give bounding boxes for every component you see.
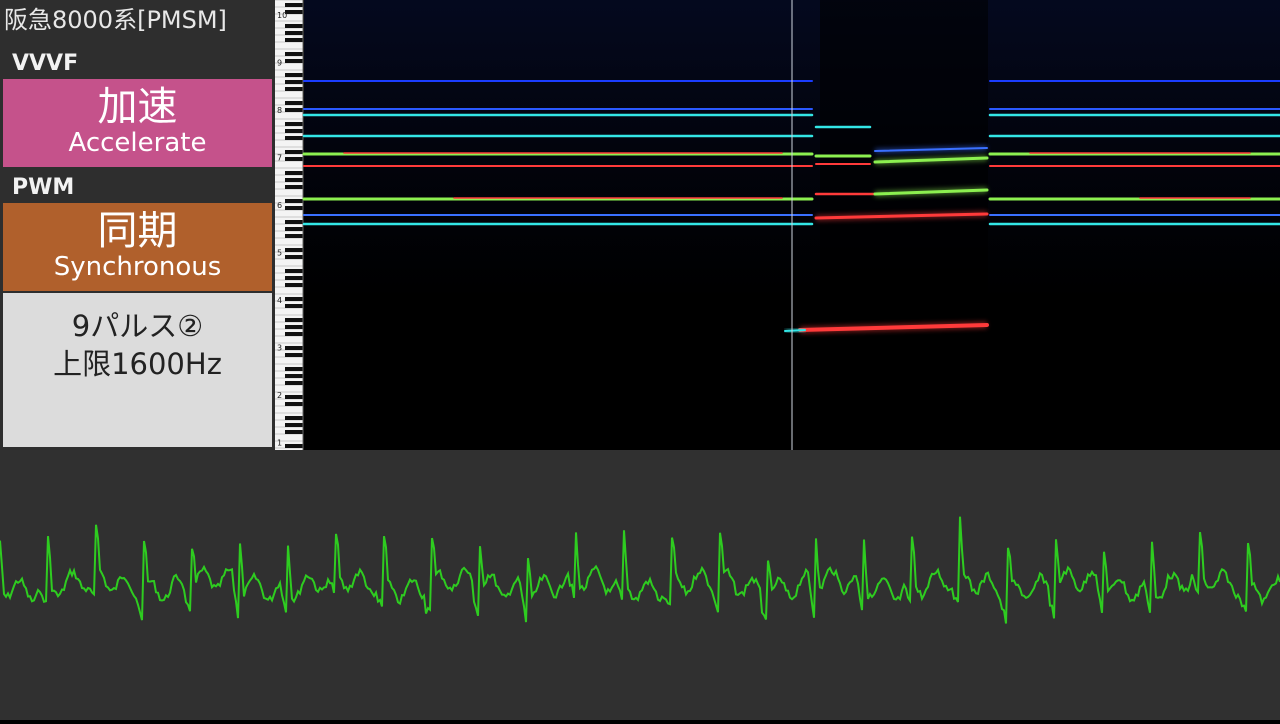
pulse-info-box: 9パルス② 上限1600Hz <box>3 293 272 447</box>
black-key <box>285 367 303 371</box>
black-key <box>285 220 303 224</box>
black-key <box>285 87 303 91</box>
black-key <box>285 346 303 350</box>
black-key <box>285 73 303 77</box>
black-key <box>285 374 303 378</box>
black-key <box>285 402 303 406</box>
vvvf-mode-box: 加速 Accelerate <box>3 79 272 167</box>
black-key <box>285 416 303 420</box>
octave-label: 3 <box>277 344 282 353</box>
waveform-line <box>0 516 1280 624</box>
black-key <box>285 283 303 287</box>
black-key <box>285 318 303 322</box>
piano-keyboard <box>275 0 304 450</box>
black-key <box>285 444 303 448</box>
black-key <box>285 101 303 105</box>
black-key <box>285 150 303 154</box>
black-key <box>285 269 303 273</box>
black-key <box>285 59 303 63</box>
vvvf-mode-jp: 加速 <box>97 84 178 130</box>
pwm-mode-jp: 同期 <box>97 208 178 254</box>
black-key <box>285 24 303 28</box>
octave-label: 9 <box>277 59 282 68</box>
black-key <box>285 206 303 210</box>
black-key <box>285 122 303 126</box>
train-title: 阪急8000系[PMSM] <box>4 6 227 34</box>
pwm-label: PWM <box>12 175 75 200</box>
black-key <box>285 38 303 42</box>
black-key <box>285 31 303 35</box>
pwm-mode-en: Synchronous <box>53 252 222 282</box>
black-key <box>285 430 303 434</box>
waveform-panel <box>0 450 1280 720</box>
black-key <box>285 227 303 231</box>
octave-label: 8 <box>277 106 282 115</box>
black-key <box>285 108 303 112</box>
vvvf-label: VVVF <box>12 51 79 76</box>
black-key <box>285 52 303 56</box>
octave-label: 10 <box>277 11 287 20</box>
waveform-plot <box>0 516 1280 624</box>
black-key <box>285 332 303 336</box>
pwm-mode-box: 同期 Synchronous <box>3 203 272 291</box>
octave-label: 4 <box>277 296 282 305</box>
octave-label: 2 <box>277 391 282 400</box>
fundamental-band-start <box>784 329 806 332</box>
black-key <box>285 185 303 189</box>
octave-label: 7 <box>277 154 282 163</box>
black-key <box>285 297 303 301</box>
black-key <box>285 248 303 252</box>
octave-label: 5 <box>277 249 282 258</box>
octave-label: 6 <box>277 201 282 210</box>
pulse-mode-text: 9パルス② <box>71 309 204 343</box>
black-key <box>285 423 303 427</box>
black-key <box>285 136 303 140</box>
black-key <box>285 276 303 280</box>
black-key <box>285 255 303 259</box>
black-key <box>285 171 303 175</box>
black-key <box>285 10 303 14</box>
black-key <box>285 325 303 329</box>
black-key <box>285 199 303 203</box>
spectrogram-panel: 10 9 8 7 6 5 4 3 2 1 <box>275 0 1280 450</box>
black-key <box>285 304 303 308</box>
frequency-limit-text: 上限1600Hz <box>53 347 222 381</box>
vvvf-mode-en: Accelerate <box>68 128 207 158</box>
black-key <box>285 178 303 182</box>
octave-label: 1 <box>277 439 282 448</box>
black-key <box>285 157 303 161</box>
black-key <box>285 395 303 399</box>
black-key <box>285 353 303 357</box>
black-key <box>285 3 303 7</box>
black-key <box>285 234 303 238</box>
left-panel: 阪急8000系[PMSM] VVVF 加速 Accelerate PWM 同期 … <box>0 0 275 450</box>
black-key <box>285 129 303 133</box>
black-key <box>285 80 303 84</box>
black-key <box>285 381 303 385</box>
